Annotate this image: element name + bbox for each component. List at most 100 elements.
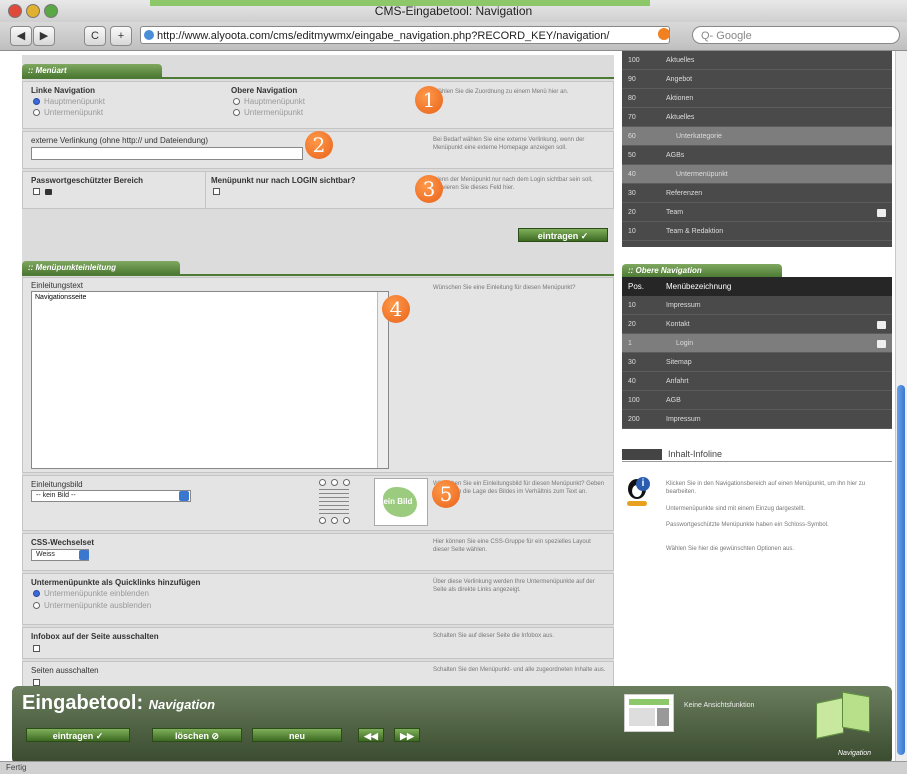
nav-row[interactable]: 90 Angebot (622, 70, 892, 89)
intro-textarea[interactable]: Navigationsseite (31, 291, 389, 469)
quicklinks-row: Untermenüpunkte als Quicklinks hinzufüge… (22, 573, 614, 625)
ext-link-help: Bei Bedarf wählen Sie eine externe Verli… (433, 137, 585, 151)
nav-row[interactable]: 20 Kontakt (622, 315, 892, 334)
rss-icon[interactable] (658, 28, 670, 40)
section-divider (22, 77, 614, 79)
intro-text-label: Einleitungstext (31, 281, 84, 290)
intro-image-label: Einleitungsbild (31, 480, 83, 489)
intro-image-select[interactable]: -- kein Bild -- (31, 490, 191, 502)
left-nav-sub-label: Untermenüpunkt (44, 108, 104, 117)
footer-prev-button[interactable]: ◀◀ (358, 728, 384, 742)
nav-row[interactable]: 10 Team & Redaktion (622, 222, 892, 241)
nav-row[interactable]: 20 Team (622, 203, 892, 222)
nav-row[interactable]: 50 AGBs (622, 146, 892, 165)
left-nav-label: Linke Navigation (31, 86, 96, 95)
top-nav-sub-radio[interactable] (233, 109, 240, 116)
quicklinks-off-label: Untermenüpunkte ausblenden (44, 601, 152, 610)
img-pos-tc-radio[interactable] (331, 479, 338, 486)
reload-button[interactable]: C (84, 26, 106, 46)
nav-row[interactable]: 40 Untermenüpunkt (622, 165, 892, 184)
pw-area-checkbox[interactable] (33, 188, 40, 195)
nav-row[interactable]: 10 Impressum (622, 296, 892, 315)
callout-badge: 3 (415, 175, 443, 203)
nav-row[interactable]: 60 Unterkategorie (622, 127, 892, 146)
preview-text: Keine Ansichtsfunktion (684, 702, 755, 709)
infobox-help: Schalten Sie auf dieser Seite die Infobo… (433, 633, 555, 639)
url-text: http://www.alyoota.com/cms/editmywmx/ein… (157, 30, 610, 42)
col-pos-header: Pos. (628, 282, 645, 291)
book-icon (812, 688, 872, 740)
css-help: Hier können Sie eine CSS-Gruppe für ein … (433, 539, 591, 553)
img-pos-br-radio[interactable] (343, 517, 350, 524)
intro-image-row: Einleitungsbild -- kein Bild -- kein Bil… (22, 475, 614, 531)
book-label: Navigation (838, 750, 872, 757)
menuart-row: Linke Navigation Hauptmenüpunkt Untermen… (22, 81, 614, 129)
column-divider (205, 172, 206, 208)
info-line: Klicken Sie in den Navigationsbereich au… (666, 481, 866, 495)
url-field[interactable]: http://www.alyoota.com/cms/editmywmx/ein… (140, 26, 670, 44)
scrollbar-thumb[interactable] (897, 385, 905, 755)
left-nav-sub-radio[interactable] (33, 109, 40, 116)
login-only-checkbox[interactable] (213, 188, 220, 195)
hide-checkbox[interactable] (33, 679, 40, 686)
intro-text-help: Wünschen Sie eine Einleitung für diesen … (433, 285, 576, 291)
callout-badge: 5 (432, 480, 460, 508)
infobox-checkbox[interactable] (33, 645, 40, 652)
footer-save-button[interactable]: eintragen ✓ (26, 728, 130, 742)
forward-button[interactable]: ▶ (33, 26, 55, 46)
nav-row[interactable]: 100 Aktuelles (622, 51, 892, 70)
ext-link-label: externe Verlinkung (ohne http:// und Dat… (31, 136, 209, 145)
page-preview-thumbnail[interactable] (624, 694, 674, 732)
pw-area-label: Passwortgeschützter Bereich (31, 176, 144, 185)
callout-badge: 2 (305, 131, 333, 159)
top-nav-main-radio[interactable] (233, 98, 240, 105)
quicklinks-off-radio[interactable] (33, 602, 40, 609)
image-preview-label: kein Bild (379, 497, 413, 506)
top-nav-main-label: Hauptmenüpunkt (244, 97, 305, 106)
globe-icon (144, 30, 154, 40)
img-pos-tr-radio[interactable] (343, 479, 350, 486)
nav-row[interactable]: 30 Sitemap (622, 353, 892, 372)
nav-row[interactable]: 70 Aktuelles (622, 108, 892, 127)
quicklinks-label: Untermenüpunkte als Quicklinks hinzufüge… (31, 578, 201, 587)
infobox-row: Infobox auf der Seite ausschalten Schalt… (22, 627, 614, 659)
footer-new-button[interactable]: neu (252, 728, 342, 742)
img-pos-tl-radio[interactable] (319, 479, 326, 486)
right-panel: 100 Aktuelles 90 Angebot 80 Aktionen 70 Aktu… (622, 51, 894, 761)
top-nav-tab: :: Obere Navigation (622, 264, 782, 277)
submit-menuart-button[interactable]: eintragen ✓ (518, 228, 608, 242)
nav-row[interactable]: 100 AGB (622, 391, 892, 410)
nav-row[interactable]: 80 Aktionen (622, 89, 892, 108)
top-nav-label: Obere Navigation (231, 86, 298, 95)
nav-row[interactable]: 200 Impressum (622, 410, 892, 429)
info-tab-icon (622, 449, 662, 460)
footer-next-button[interactable]: ▶▶ (394, 728, 420, 742)
css-label: CSS-Wechselset (31, 538, 94, 547)
nav-row[interactable]: 30 Referenzen (622, 184, 892, 203)
footer-delete-button[interactable]: löschen ⊘ (152, 728, 242, 742)
lock-icon (877, 209, 886, 217)
quicklinks-on-label: Untermenüpunkte einblenden (44, 589, 149, 598)
image-preview: kein Bild (374, 478, 428, 526)
section-divider (22, 274, 614, 276)
nav-row[interactable]: 40 Anfahrt (622, 372, 892, 391)
lock-icon (45, 189, 52, 195)
add-bookmark-button[interactable]: + (110, 26, 132, 46)
info-divider (622, 461, 892, 462)
lock-icon (877, 321, 886, 329)
left-nav-main-radio[interactable] (33, 98, 40, 105)
window-title: CMS-Eingabetool: Navigation (374, 4, 533, 18)
img-pos-bl-radio[interactable] (319, 517, 326, 524)
login-row: Passwortgeschützter Bereich Menüpunkt nu… (22, 171, 614, 209)
back-button[interactable]: ◀ (10, 26, 32, 46)
img-pos-bc-radio[interactable] (331, 517, 338, 524)
chevron-down-icon (79, 550, 89, 560)
infobox-label: Infobox auf der Seite ausschalten (31, 632, 159, 641)
search-field[interactable]: Q- Google (692, 26, 900, 44)
ext-link-input[interactable] (31, 147, 303, 160)
callout-badge: 4 (382, 295, 410, 323)
quicklinks-help: Über diese Verlinkung werden Ihre Unterm… (433, 579, 595, 593)
nav-row[interactable]: 1 Login (622, 334, 892, 353)
browser-toolbar: ◀ ▶ C + http://www.alyoota.com/cms/editm… (0, 22, 907, 51)
quicklinks-on-radio[interactable] (33, 590, 40, 597)
